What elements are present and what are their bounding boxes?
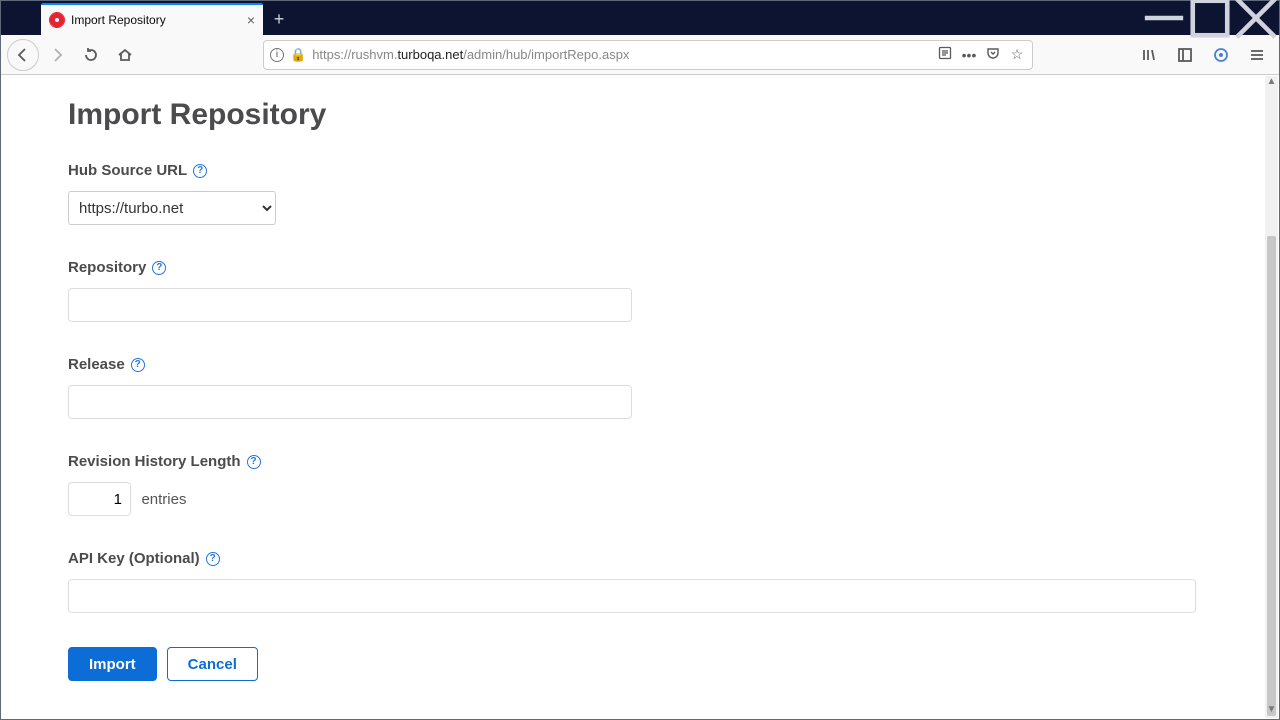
pocket-icon[interactable] [984,46,1002,63]
label-revision: Revision History Length [68,453,241,470]
apikey-input[interactable] [68,579,1196,613]
label-hub-source: Hub Source URL [68,162,187,179]
bookmark-star-icon[interactable]: ☆ [1008,46,1026,63]
repository-input[interactable] [68,288,632,322]
release-input[interactable] [68,385,632,419]
browser-titlebar: Import Repository × + [1,1,1279,35]
field-apikey: API Key (Optional) ? [68,550,1199,613]
url-text: https://rushvm.turboqa.net/admin/hub/imp… [312,47,930,62]
sidebar-icon[interactable] [1169,39,1201,71]
forward-button[interactable] [41,39,73,71]
revision-input[interactable] [68,482,131,516]
import-button[interactable]: Import [68,647,157,681]
close-tab-icon[interactable]: × [247,13,255,27]
browser-toolbar: i 🔒 https://rushvm.turboqa.net/admin/hub… [1,35,1279,75]
browser-tab-active[interactable]: Import Repository × [41,3,263,35]
scrollbar-thumb[interactable] [1267,236,1276,716]
window-close-button[interactable] [1233,1,1279,35]
page-actions-icon[interactable]: ••• [960,47,978,63]
back-button[interactable] [7,39,39,71]
tab-title: Import Repository [71,13,241,27]
field-release: Release ? [68,356,1199,419]
library-icon[interactable] [1133,39,1165,71]
field-repository: Repository ? [68,259,1199,322]
field-hub-source: Hub Source URL ? https://turbo.net [68,162,1199,225]
window-minimize-button[interactable] [1141,1,1187,35]
page-viewport: Import Repository Hub Source URL ? https… [2,76,1265,718]
vertical-scrollbar[interactable]: ▲ ▼ [1265,76,1278,718]
field-revision: Revision History Length ? entries [68,453,1199,516]
help-icon[interactable]: ? [247,455,261,469]
page-title: Import Repository [68,98,1199,132]
tab-strip-spacer [1,1,41,35]
reload-button[interactable] [75,39,107,71]
hub-source-select[interactable]: https://turbo.net [68,191,276,225]
url-bar[interactable]: i 🔒 https://rushvm.turboqa.net/admin/hub… [263,40,1033,70]
label-apikey: API Key (Optional) [68,550,200,567]
scroll-down-arrow-icon[interactable]: ▼ [1265,704,1278,718]
cancel-button[interactable]: Cancel [167,647,258,681]
button-row: Import Cancel [68,647,1199,681]
label-release: Release [68,356,125,373]
lock-icon: 🔒 [290,47,306,63]
help-icon[interactable]: ? [152,261,166,275]
reader-mode-icon[interactable] [936,46,954,63]
site-info-icon[interactable]: i [270,48,284,62]
label-repository: Repository [68,259,146,276]
menu-icon[interactable] [1241,39,1273,71]
home-button[interactable] [109,39,141,71]
help-icon[interactable]: ? [193,164,207,178]
scroll-up-arrow-icon[interactable]: ▲ [1265,76,1278,90]
window-maximize-button[interactable] [1187,1,1233,35]
revision-suffix: entries [141,491,186,508]
new-tab-button[interactable]: + [263,3,295,35]
favicon-icon [49,12,65,28]
extension-icon[interactable] [1205,39,1237,71]
help-icon[interactable]: ? [206,552,220,566]
help-icon[interactable]: ? [131,358,145,372]
